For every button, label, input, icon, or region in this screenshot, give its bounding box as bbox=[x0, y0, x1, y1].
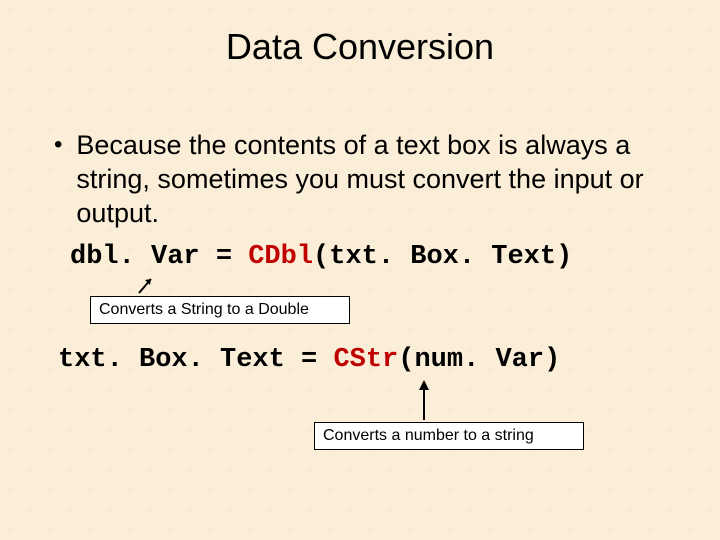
code-line-cdbl: dbl. Var = CDbl(txt. Box. Text) bbox=[70, 242, 572, 272]
code-args-2: (num. Var) bbox=[398, 345, 560, 375]
arrow-up-icon bbox=[414, 380, 434, 420]
code-line-cstr: txt. Box. Text = CStr(num. Var) bbox=[58, 345, 560, 375]
code-fn-cdbl: CDbl bbox=[248, 242, 313, 272]
caption-cdbl: Converts a String to a Double bbox=[90, 296, 350, 324]
code-lhs-1: dbl. Var = bbox=[70, 242, 248, 272]
caption-cstr: Converts a number to a string bbox=[314, 422, 584, 450]
bullet-paragraph: • Because the contents of a text box is … bbox=[54, 128, 680, 230]
bullet-text: Because the contents of a text box is al… bbox=[76, 128, 680, 230]
code-lhs-2: txt. Box. Text = bbox=[58, 345, 333, 375]
code-args-1: (txt. Box. Text) bbox=[313, 242, 572, 272]
bullet-marker: • bbox=[54, 128, 76, 230]
arrow-icon bbox=[135, 273, 157, 295]
code-fn-cstr: CStr bbox=[333, 345, 398, 375]
slide-title: Data Conversion bbox=[0, 0, 720, 68]
